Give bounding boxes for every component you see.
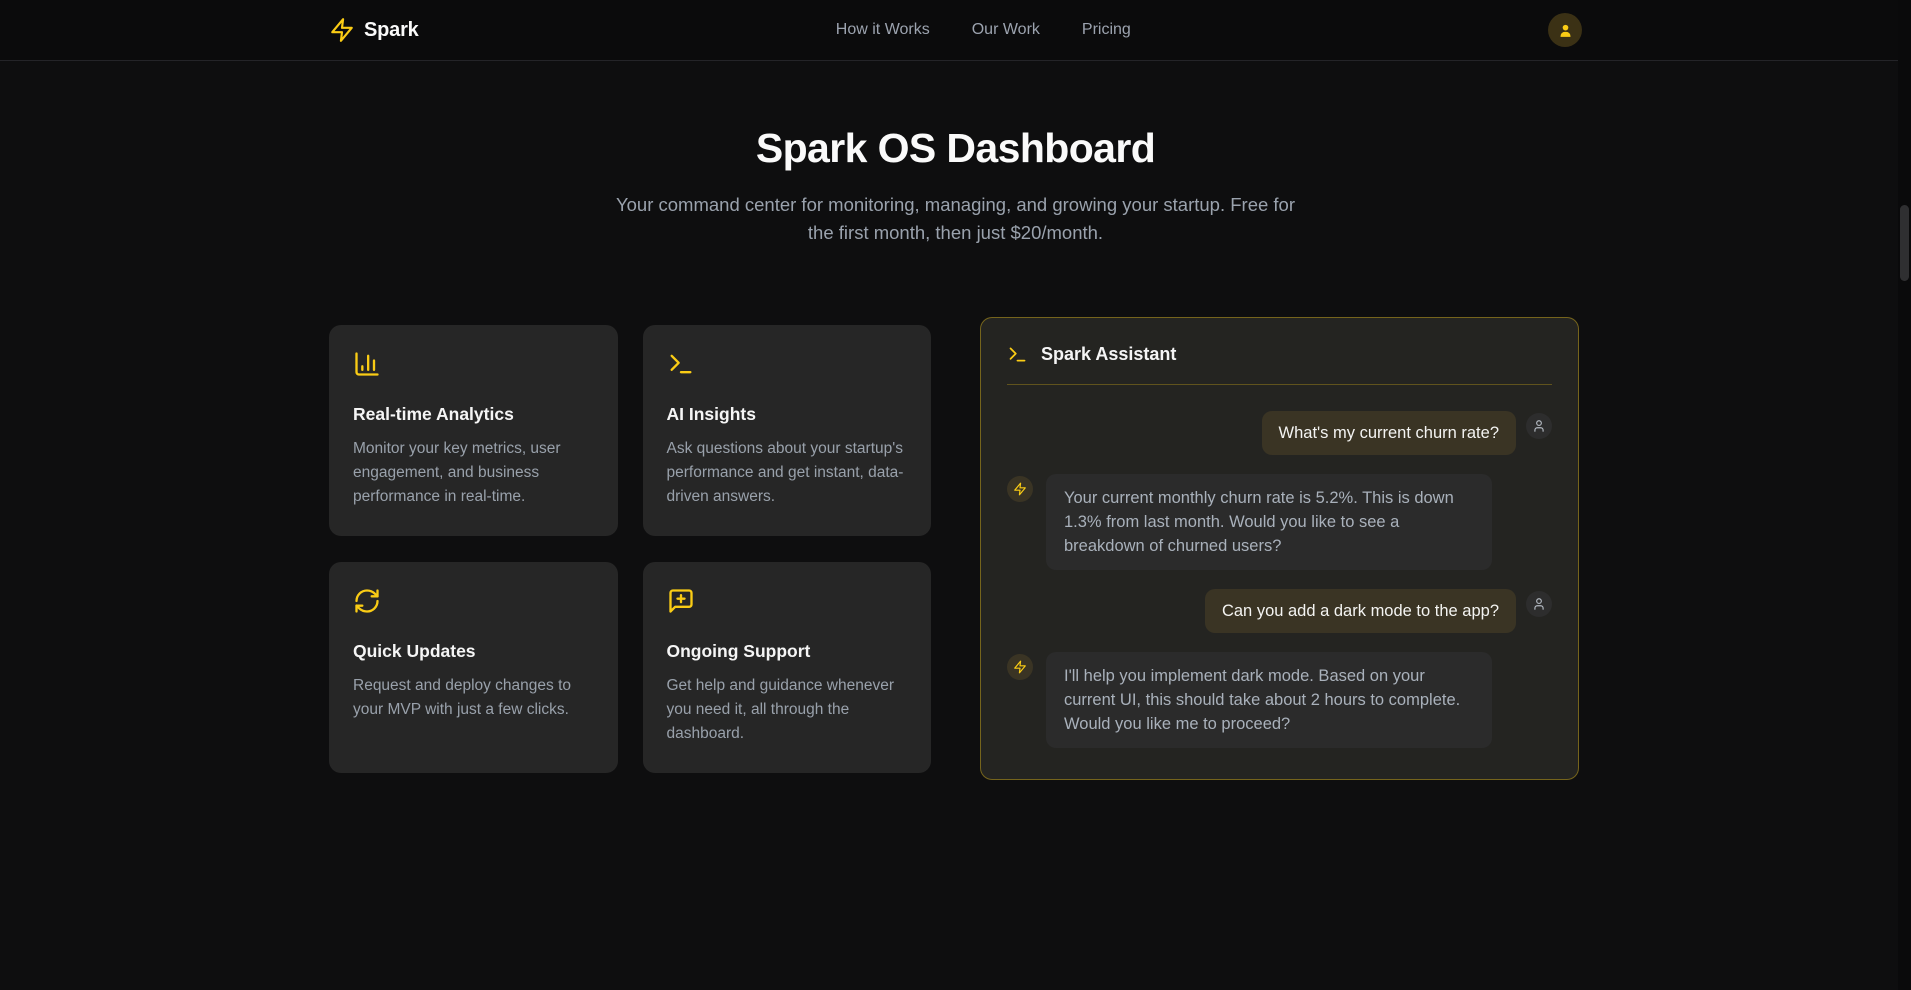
user-message-bubble: Can you add a dark mode to the app?	[1205, 589, 1516, 633]
hero-section: Spark OS Dashboard Your command center f…	[0, 61, 1911, 247]
page-scrollbar[interactable]	[1898, 0, 1911, 990]
user-avatar-button[interactable]	[1548, 13, 1582, 47]
zap-icon	[1013, 660, 1027, 674]
zap-icon	[1013, 482, 1027, 496]
assistant-header: Spark Assistant	[1007, 344, 1552, 385]
terminal-icon	[1007, 344, 1028, 365]
user-avatar	[1526, 591, 1552, 617]
feature-description: Get help and guidance whenever you need …	[667, 674, 908, 746]
terminal-icon	[667, 350, 908, 383]
zap-icon	[329, 17, 355, 43]
assistant-avatar	[1007, 476, 1033, 502]
user-icon	[1557, 22, 1574, 39]
hero-subtitle: Your command center for monitoring, mana…	[611, 191, 1301, 247]
main-content: Real-time Analytics Monitor your key met…	[329, 317, 1582, 780]
feature-card-ongoing-support[interactable]: Ongoing Support Get help and guidance wh…	[643, 562, 932, 773]
nav-link-how-it-works[interactable]: How it Works	[836, 21, 930, 39]
assistant-title: Spark Assistant	[1041, 344, 1176, 365]
feature-card-ai-insights[interactable]: AI Insights Ask questions about your sta…	[643, 325, 932, 536]
feature-description: Ask questions about your startup's perfo…	[667, 437, 908, 509]
chat-message-assistant: Your current monthly churn rate is 5.2%.…	[1007, 474, 1552, 570]
feature-card-quick-updates[interactable]: Quick Updates Request and deploy changes…	[329, 562, 618, 773]
feature-description: Request and deploy changes to your MVP w…	[353, 674, 594, 722]
message-square-plus-icon	[667, 587, 908, 620]
navbar: Spark How it Works Our Work Pricing	[0, 0, 1911, 61]
user-message-bubble: What's my current churn rate?	[1262, 411, 1516, 455]
refresh-icon	[353, 587, 594, 620]
assistant-message-bubble: I'll help you implement dark mode. Based…	[1046, 652, 1492, 748]
feature-title: Real-time Analytics	[353, 404, 594, 425]
chart-column-icon	[353, 350, 594, 383]
feature-description: Monitor your key metrics, user engagemen…	[353, 437, 594, 509]
user-icon	[1532, 419, 1546, 433]
feature-title: Quick Updates	[353, 641, 594, 662]
chat-message-assistant: I'll help you implement dark mode. Based…	[1007, 652, 1552, 748]
nav-link-pricing[interactable]: Pricing	[1082, 21, 1131, 39]
brand-name: Spark	[364, 19, 419, 42]
user-avatar	[1526, 413, 1552, 439]
feature-card-realtime-analytics[interactable]: Real-time Analytics Monitor your key met…	[329, 325, 618, 536]
feature-title: AI Insights	[667, 404, 908, 425]
assistant-avatar	[1007, 654, 1033, 680]
page-title: Spark OS Dashboard	[0, 125, 1911, 172]
spark-assistant-panel: Spark Assistant What's my current churn …	[980, 317, 1579, 780]
brand-logo[interactable]: Spark	[329, 17, 419, 43]
user-icon	[1532, 597, 1546, 611]
scrollbar-thumb[interactable]	[1900, 205, 1909, 281]
chat-message-user: Can you add a dark mode to the app?	[1007, 589, 1552, 633]
chat-messages: What's my current churn rate? Your curre…	[1007, 411, 1552, 748]
feature-title: Ongoing Support	[667, 641, 908, 662]
nav-links: How it Works Our Work Pricing	[836, 21, 1131, 39]
assistant-message-bubble: Your current monthly churn rate is 5.2%.…	[1046, 474, 1492, 570]
nav-link-our-work[interactable]: Our Work	[972, 21, 1040, 39]
feature-grid: Real-time Analytics Monitor your key met…	[329, 325, 931, 773]
chat-message-user: What's my current churn rate?	[1007, 411, 1552, 455]
